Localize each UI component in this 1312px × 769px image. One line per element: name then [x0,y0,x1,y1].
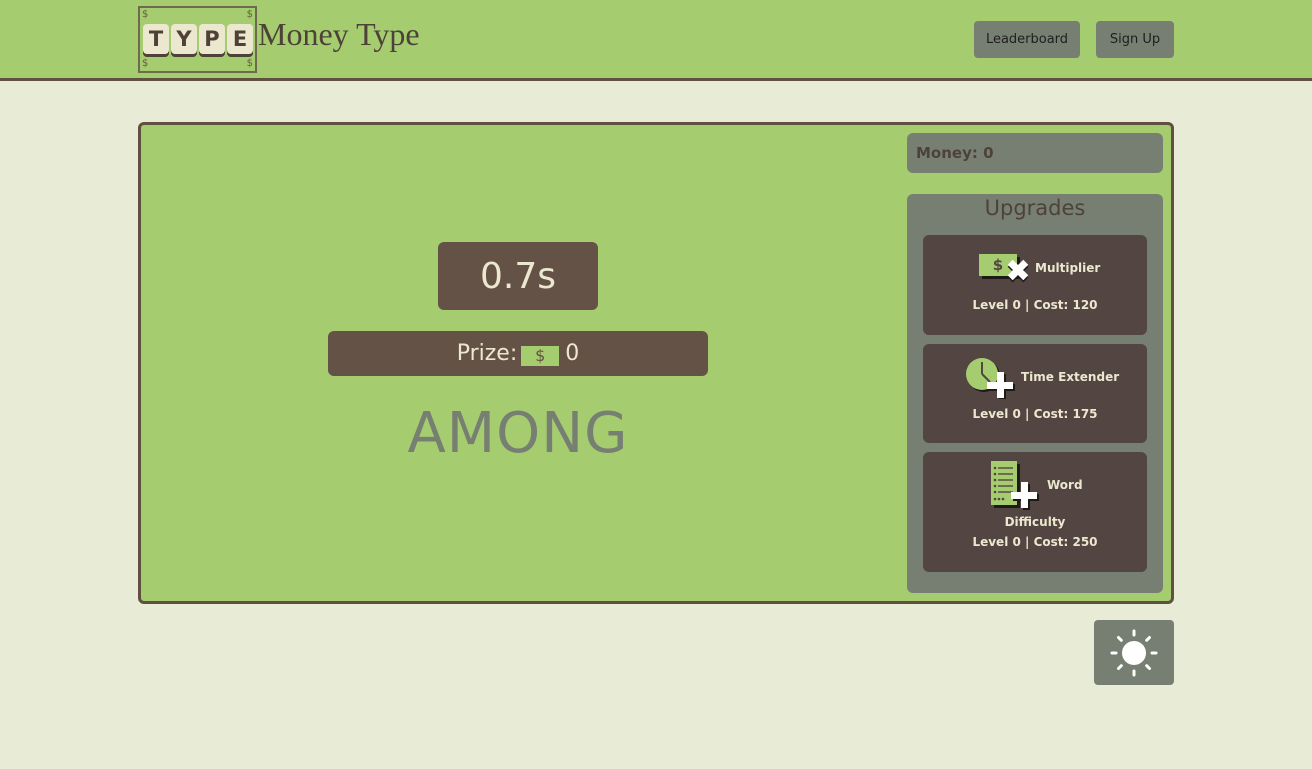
logo-dollar: $ [246,58,253,69]
prize-value: 0 [565,341,580,366]
dollar-bill-icon: $ [521,345,560,366]
prize-label: Prize: [456,341,518,366]
logo-tile: Y [171,24,197,54]
prize-display: Prize: $ 0 [328,331,708,376]
leaderboard-button[interactable]: Leaderboard [974,21,1080,58]
upgrade-word-difficulty-card[interactable]: Word Difficulty Level 0 | Cost: 250 [923,452,1147,572]
game-panel: 0.7s Prize: $ 0 AMONG Money: 0 Upgrades … [138,122,1174,604]
type-logo[interactable]: $ $ $ $ T Y P E [138,6,257,73]
upgrade-name: Time Extender [1021,370,1120,384]
target-word: AMONG [407,401,629,466]
upgrades-panel: Upgrades $ Multiplier Level 0 | Cost: 12… [907,194,1163,593]
svg-text:$: $ [993,256,1003,274]
upgrade-name: Difficulty [1004,515,1066,529]
signup-button[interactable]: Sign Up [1096,21,1174,58]
sun-icon [1110,629,1158,676]
clock-plus-icon [966,358,1015,399]
upgrade-stats: Level 0 | Cost: 250 [972,535,1098,549]
top-header: $ $ $ $ T Y P E Money Type Leaderboard S… [0,0,1312,81]
upgrade-multiplier-card[interactable]: $ Multiplier Level 0 | Cost: 120 [923,235,1147,335]
upgrade-name: Multiplier [1035,261,1101,275]
money-multiplier-icon: $ [979,254,1029,283]
timer-display: 0.7s [438,242,598,310]
upgrade-stats: Level 0 | Cost: 120 [972,298,1098,312]
theme-toggle-button[interactable] [1094,620,1174,685]
upgrades-title: Upgrades [984,196,1086,220]
upgrade-stats: Level 0 | Cost: 175 [972,407,1098,421]
upgrade-time-extender-card[interactable]: Time Extender Level 0 | Cost: 175 [923,344,1147,443]
word-list-plus-icon [991,461,1039,510]
upgrade-name: Word [1047,478,1083,492]
logo-dollar: $ [142,9,149,20]
logo-dollar: $ [142,58,149,69]
logo-tile: E [227,24,253,54]
logo-tiles: T Y P E [143,24,253,54]
logo-tile: P [199,24,225,54]
logo-dollar: $ [246,9,253,20]
logo-tile: T [143,24,169,54]
site-title[interactable]: Money Type [258,16,420,53]
money-counter: Money: 0 [907,133,1163,173]
